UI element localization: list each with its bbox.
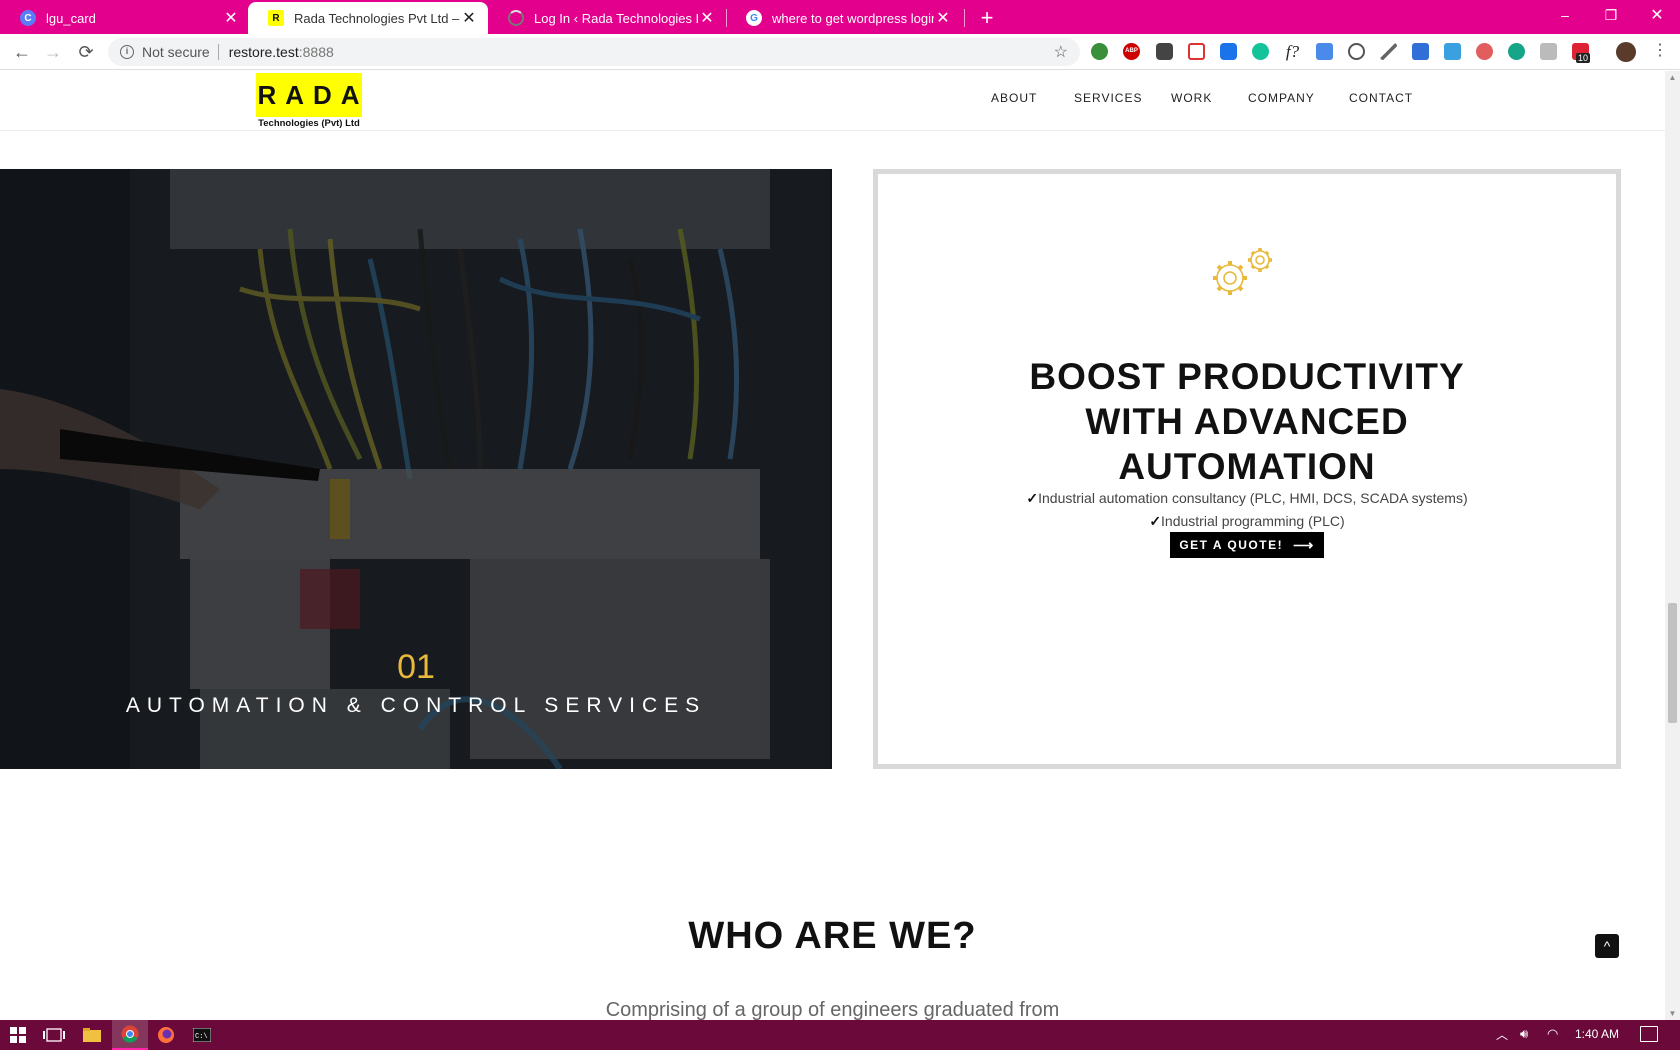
screenshot-icon[interactable] [1444,43,1461,60]
site-logo[interactable]: RADA Technologies (Pvt) Ltd [256,73,362,131]
pocket-icon[interactable] [1220,43,1237,60]
tab-lgu-card[interactable]: C lgu_card ✕ [0,2,250,34]
profile-avatar[interactable] [1616,42,1636,62]
gmail-icon[interactable] [1188,43,1205,60]
bullet-text: Industrial automation consultancy (PLC, … [1038,490,1468,506]
card-heading-line: WITH ADVANCED [1085,401,1409,442]
eyedropper-icon[interactable] [1380,43,1397,60]
wifi-icon[interactable]: ◠ [1547,1026,1558,1042]
grammarly-icon[interactable] [1252,43,1269,60]
feature-bullet: ✓Industrial programming (PLC) [878,513,1616,530]
nav-contact[interactable]: CONTACT [1349,91,1413,105]
ext-k-icon[interactable] [1540,43,1557,60]
get-quote-button[interactable]: GET A QUOTE! ⟶ [1170,532,1324,558]
check-icon: ✓ [1149,513,1162,529]
who-are-we-text: Comprising of a group of engineers gradu… [605,999,1060,1020]
restore-button[interactable]: ❐ [1588,0,1634,30]
who-are-we-heading: WHO ARE WE? [688,915,977,957]
fx-icon[interactable]: f? [1284,43,1301,60]
back-to-top-button[interactable]: ^ [1595,934,1619,958]
minimize-button[interactable]: – [1542,0,1588,30]
service-title: AUTOMATION & CONTROL SERVICES [125,694,707,717]
service-card: BOOST PRODUCTIVITY WITH ADVANCED AUTOMAT… [873,169,1621,769]
google-g-icon: G [746,10,762,26]
nav-work[interactable]: WORK [1171,91,1212,105]
nav-about[interactable]: ABOUT [991,91,1037,105]
start-icon[interactable] [0,1020,36,1050]
bullet-text: Industrial programming (PLC) [1161,513,1345,529]
security-label: Not secure [142,44,210,60]
windows-taskbar: C:\ ︿ 🔊︎ ◠ 1:40 AM [0,1020,1680,1050]
card-heading-line: AUTOMATION [1118,446,1376,487]
url-host: restore.test [228,44,299,60]
gears-icon [1213,248,1272,295]
extension-badge: 10 [1576,53,1591,63]
tab-strip: C lgu_card ✕ R Rada Technologies Pvt Ltd… [0,0,1680,34]
nav-services[interactable]: SERVICES [1074,91,1142,105]
tab-rada[interactable]: R Rada Technologies Pvt Ltd – Autc ✕ [248,2,488,34]
tab-title: Rada Technologies Pvt Ltd – Autc [294,10,460,26]
firefox-icon[interactable] [148,1020,184,1050]
close-tab-icon[interactable]: ✕ [222,8,240,28]
tab-title: Log In ‹ Rada Technologies Pvt Lt [534,10,698,26]
tray-chevron-icon[interactable]: ︿ [1496,1026,1508,1043]
loading-icon [508,10,524,26]
page-scrollbar[interactable]: ▲ ▼ [1665,71,1680,1020]
close-tab-icon[interactable]: ✕ [934,8,952,28]
info-icon[interactable]: i [120,45,134,59]
close-tab-icon[interactable]: ✕ [698,8,716,28]
service-image: 01 AUTOMATION & CONTROL SERVICES [0,169,832,769]
taskbar-clock[interactable]: 1:40 AM [1575,1027,1619,1041]
tab-title: where to get wordpress login pa [772,10,934,26]
tab-separator [964,9,965,27]
divider [217,44,219,60]
new-tab-button[interactable]: + [975,5,999,31]
wordpress-icon[interactable] [1348,43,1365,60]
arrow-right-icon: ⟶ [1293,536,1315,553]
card-heading-line: BOOST PRODUCTIVITY [1029,356,1465,397]
pocket-save-icon[interactable] [1412,43,1429,60]
scroll-down-arrow-icon[interactable]: ▼ [1665,1009,1680,1018]
web-page: RADA Technologies (Pvt) Ltd ABOUT SERVIC… [0,71,1665,1020]
tab-google-search[interactable]: G where to get wordpress login pa ✕ [726,2,962,34]
cmd-icon[interactable]: C:\ [184,1020,220,1050]
feature-bullet: ✓Industrial automation consultancy (PLC,… [878,490,1616,507]
volume-icon[interactable]: 🔊︎ [1520,1026,1528,1042]
translate-icon[interactable] [1316,43,1333,60]
chrome-icon[interactable] [112,1020,148,1050]
service-number: 01 [397,648,435,686]
abp-icon[interactable]: ABP [1123,43,1140,60]
scroll-up-arrow-icon[interactable]: ▲ [1665,73,1680,82]
card-heading: BOOST PRODUCTIVITY WITH ADVANCED AUTOMAT… [878,354,1616,489]
shield-ext-icon[interactable] [1476,43,1493,60]
nav-company[interactable]: COMPANY [1248,91,1315,105]
reload-button[interactable]: ⟳ [74,40,98,64]
file-explorer-icon[interactable] [74,1020,110,1050]
bookmark-star-icon[interactable]: ☆ [1054,42,1068,62]
mercury-icon[interactable] [1508,43,1525,60]
tab-login[interactable]: Log In ‹ Rada Technologies Pvt Lt ✕ [488,2,726,34]
logo-text: RADA [256,73,362,117]
forward-button[interactable]: → [41,40,65,64]
site-header: RADA Technologies (Pvt) Ltd ABOUT SERVIC… [0,71,1665,131]
ghostery-icon[interactable] [1156,43,1173,60]
logo-subtitle: Technologies (Pvt) Ltd [258,118,360,129]
close-window-button[interactable]: ✕ [1634,0,1680,30]
cta-label: GET A QUOTE! [1179,538,1284,552]
bookmark-ext-icon[interactable] [1091,43,1108,60]
close-tab-icon[interactable]: ✕ [460,8,478,28]
c-circle-icon: C [20,10,36,26]
url-port: :8888 [298,44,334,60]
back-button[interactable]: ← [10,40,34,64]
scrollbar-thumb[interactable] [1668,603,1677,723]
chrome-menu-icon[interactable]: ⋮ [1652,40,1668,60]
browser-toolbar: ← → ⟳ i Not secure restore.test :8888 ☆ … [0,34,1680,70]
task-view-icon[interactable] [36,1020,72,1050]
rada-r-icon: R [268,10,284,26]
svg-text:C:\: C:\ [195,1033,208,1041]
check-icon: ✓ [1026,490,1039,506]
address-bar[interactable]: i Not secure restore.test :8888 ☆ [108,38,1080,66]
tab-title: lgu_card [46,10,96,26]
action-center-icon[interactable] [1640,1026,1658,1042]
